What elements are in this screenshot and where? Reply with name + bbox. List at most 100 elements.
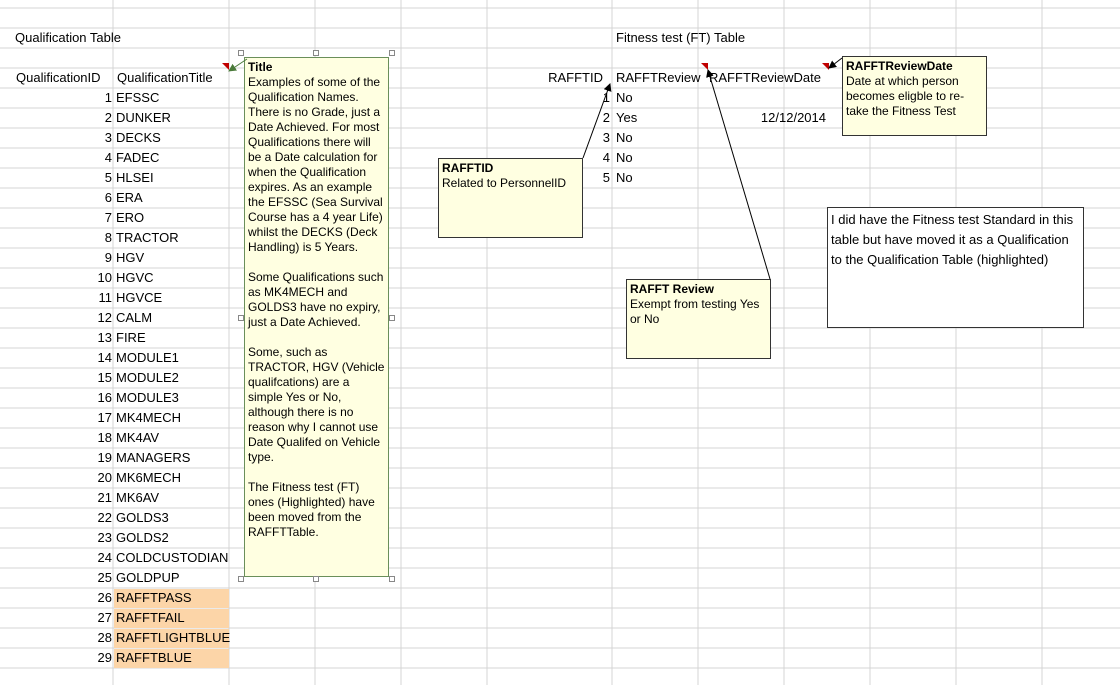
- qualification-title-cell[interactable]: FADEC: [116, 148, 228, 168]
- qualification-title-cell[interactable]: DECKS: [116, 128, 228, 148]
- title-comment-p2: Some Qualifications such as MK4MECH and …: [248, 270, 384, 329]
- header-rafft-id[interactable]: RAFFTID: [546, 68, 603, 88]
- qualification-title-cell[interactable]: EFSSC: [116, 88, 228, 108]
- qualification-id-cell[interactable]: 10: [16, 268, 112, 288]
- qualification-id-cell[interactable]: 16: [16, 388, 112, 408]
- rafft-review-date-cell[interactable]: 12/12/2014: [709, 108, 826, 128]
- qualification-title-cell[interactable]: RAFFTFAIL: [116, 608, 228, 628]
- qualification-id-cell[interactable]: 17: [16, 408, 112, 428]
- rafft-review-comment-heading: RAFFT Review: [630, 282, 715, 296]
- comment-indicator: [701, 63, 708, 70]
- qualification-id-cell[interactable]: 18: [16, 428, 112, 448]
- qualification-title-cell[interactable]: COLDCUSTODIAN: [116, 548, 228, 568]
- rafft-review-comment[interactable]: RAFFT Review Exempt from testing Yes or …: [626, 279, 771, 359]
- qualification-title-cell[interactable]: RAFFTLIGHTBLUE: [116, 628, 230, 648]
- qualification-title-cell[interactable]: MK4AV: [116, 428, 228, 448]
- qualification-id-cell[interactable]: 21: [16, 488, 112, 508]
- qualification-id-cell[interactable]: 3: [16, 128, 112, 148]
- qualification-id-cell[interactable]: 5: [16, 168, 112, 188]
- qualification-id-cell[interactable]: 27: [16, 608, 112, 628]
- qualification-id-cell[interactable]: 7: [16, 208, 112, 228]
- resize-handle[interactable]: [313, 576, 319, 582]
- qualification-title-cell[interactable]: MANAGERS: [116, 448, 228, 468]
- qualification-title-cell[interactable]: MODULE2: [116, 368, 228, 388]
- qualification-id-cell[interactable]: 24: [16, 548, 112, 568]
- header-qualification-title[interactable]: QualificationTitle: [117, 68, 229, 88]
- qualification-title-cell[interactable]: TRACTOR: [116, 228, 228, 248]
- qualification-title-cell[interactable]: MODULE1: [116, 348, 228, 368]
- qualification-id-cell[interactable]: 2: [16, 108, 112, 128]
- qualification-id-cell[interactable]: 8: [16, 228, 112, 248]
- qualification-title-cell[interactable]: CALM: [116, 308, 228, 328]
- resize-handle[interactable]: [238, 576, 244, 582]
- resize-handle[interactable]: [313, 50, 319, 56]
- header-rafft-review[interactable]: RAFFTReview: [616, 68, 704, 88]
- qualification-table-title: Qualification Table: [15, 30, 121, 45]
- resize-handle[interactable]: [389, 576, 395, 582]
- title-comment[interactable]: Title Examples of some of the Qualificat…: [244, 57, 389, 577]
- title-comment-p1: Examples of some of the Qualification Na…: [248, 75, 383, 254]
- qualification-id-cell[interactable]: 23: [16, 528, 112, 548]
- qualification-title-cell[interactable]: HGVC: [116, 268, 228, 288]
- qualification-title-cell[interactable]: FIRE: [116, 328, 228, 348]
- rafft-review-cell[interactable]: No: [616, 168, 696, 188]
- qualification-id-cell[interactable]: 25: [16, 568, 112, 588]
- qualification-title-cell[interactable]: MODULE3: [116, 388, 228, 408]
- resize-handle[interactable]: [238, 315, 244, 321]
- qualification-id-cell[interactable]: 4: [16, 148, 112, 168]
- rafft-id-cell[interactable]: 3: [560, 128, 610, 148]
- title-comment-p3: Some, such as TRACTOR, HGV (Vehicle qual…: [248, 345, 385, 464]
- qualification-id-cell[interactable]: 19: [16, 448, 112, 468]
- qualification-title-cell[interactable]: RAFFTPASS: [116, 588, 228, 608]
- qualification-title-cell[interactable]: RAFFTBLUE: [116, 648, 228, 668]
- qualification-id-cell[interactable]: 14: [16, 348, 112, 368]
- qualification-id-cell[interactable]: 29: [16, 648, 112, 668]
- qualification-title-cell[interactable]: MK6MECH: [116, 468, 228, 488]
- qualification-title-cell[interactable]: MK4MECH: [116, 408, 228, 428]
- rafft-id-cell[interactable]: 2: [560, 108, 610, 128]
- rafft-id-cell[interactable]: 1: [560, 88, 610, 108]
- comment-indicator: [822, 63, 829, 70]
- qualification-id-cell[interactable]: 15: [16, 368, 112, 388]
- header-rafft-review-date[interactable]: RAFFTReviewDate: [709, 68, 824, 88]
- qualification-title-cell[interactable]: GOLDPUP: [116, 568, 228, 588]
- qualification-id-cell[interactable]: 1: [16, 88, 112, 108]
- qualification-id-cell[interactable]: 20: [16, 468, 112, 488]
- rafft-review-cell[interactable]: No: [616, 128, 696, 148]
- rafft-review-date-comment-body: Date at which person becomes eligble to …: [846, 74, 965, 118]
- rafft-review-cell[interactable]: Yes: [616, 108, 696, 128]
- header-qualification-id[interactable]: QualificationID: [16, 68, 112, 88]
- note-textbox[interactable]: I did have the Fitness test Standard in …: [827, 207, 1084, 328]
- qualification-title-cell[interactable]: GOLDS3: [116, 508, 228, 528]
- rafftid-comment-body: Related to PersonnelID: [442, 176, 567, 190]
- resize-handle[interactable]: [238, 50, 244, 56]
- qualification-title-cell[interactable]: MK6AV: [116, 488, 228, 508]
- title-comment-p4: The Fitness test (FT) ones (Highlighted)…: [248, 480, 375, 539]
- qualification-id-cell[interactable]: 11: [16, 288, 113, 308]
- qualification-id-cell[interactable]: 9: [16, 248, 112, 268]
- qualification-id-cell[interactable]: 12: [16, 308, 112, 328]
- qualification-id-cell[interactable]: 6: [16, 188, 112, 208]
- qualification-title-cell[interactable]: ERA: [116, 188, 228, 208]
- qualification-title-cell[interactable]: HGV: [116, 248, 228, 268]
- rafftid-comment-heading: RAFFTID: [442, 161, 494, 175]
- comment-indicator: [222, 63, 229, 70]
- rafft-review-date-comment-heading: RAFFTReviewDate: [846, 59, 953, 73]
- qualification-id-cell[interactable]: 13: [16, 328, 112, 348]
- rafftid-comment[interactable]: RAFFTID Related to PersonnelID: [438, 158, 583, 238]
- qualification-id-cell[interactable]: 22: [16, 508, 112, 528]
- qualification-id-cell[interactable]: 26: [16, 588, 112, 608]
- resize-handle[interactable]: [389, 50, 395, 56]
- qualification-title-cell[interactable]: GOLDS2: [116, 528, 228, 548]
- qualification-title-cell[interactable]: HGVCE: [116, 288, 228, 308]
- qualification-title-cell[interactable]: ERO: [116, 208, 228, 228]
- rafft-review-cell[interactable]: No: [616, 88, 696, 108]
- rafft-review-date-comment[interactable]: RAFFTReviewDate Date at which person bec…: [842, 56, 987, 136]
- qualification-title-cell[interactable]: HLSEI: [116, 168, 228, 188]
- resize-handle[interactable]: [389, 315, 395, 321]
- title-comment-heading: Title: [248, 60, 273, 74]
- fitness-table-title: Fitness test (FT) Table: [616, 30, 746, 45]
- qualification-id-cell[interactable]: 28: [16, 628, 112, 648]
- rafft-review-cell[interactable]: No: [616, 148, 696, 168]
- qualification-title-cell[interactable]: DUNKER: [116, 108, 228, 128]
